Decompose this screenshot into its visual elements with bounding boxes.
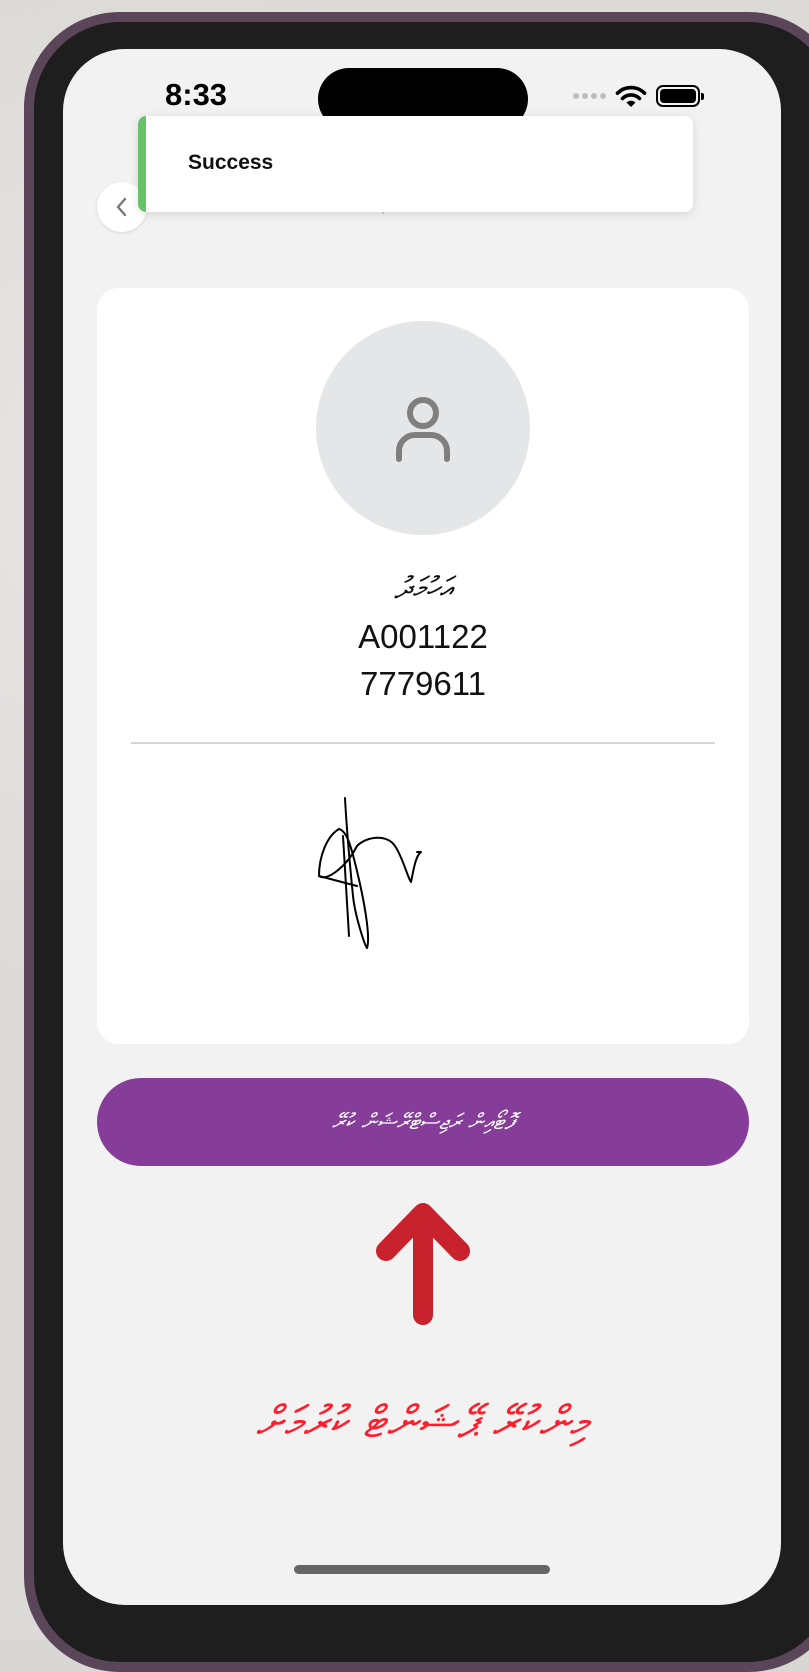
user-icon [396,397,450,462]
profile-phone: 7779611 [359,665,487,702]
status-icons [573,83,704,109]
status-time: 8:33 [165,77,228,112]
arrow-up-icon [376,1203,470,1325]
wifi-icon [615,85,647,107]
signature-image [318,797,422,949]
toast-accent-bar [138,116,146,212]
profile-card: އަހުމަދު A001122 7779611 [97,288,749,1044]
cellular-signal-icon [573,93,606,99]
profile-id-number: A001122 [358,618,488,655]
battery-icon [656,85,704,107]
annotation-text: މިންކުރޭ ޕޭޝަންޓް ކުރުމަށް [255,1397,589,1448]
home-indicator[interactable] [294,1565,550,1574]
chevron-left-icon [116,197,127,217]
toast-message: Success [188,151,274,174]
success-toast[interactable]: Success [138,116,693,212]
app-screen: 8:33 , Success އަހ [63,49,781,1605]
card-divider [131,742,715,744]
avatar [316,321,530,535]
photo-registration-button[interactable]: ފޮޓޯއިން ރަޖިސްޓްރޭޝަން ކުރޭ [97,1078,749,1166]
profile-name: އަހުމަދު [394,571,452,606]
photo-registration-button-label: ފޮޓޯއިން ރަޖިސްޓްރޭޝަން ކުރޭ [331,1109,515,1135]
